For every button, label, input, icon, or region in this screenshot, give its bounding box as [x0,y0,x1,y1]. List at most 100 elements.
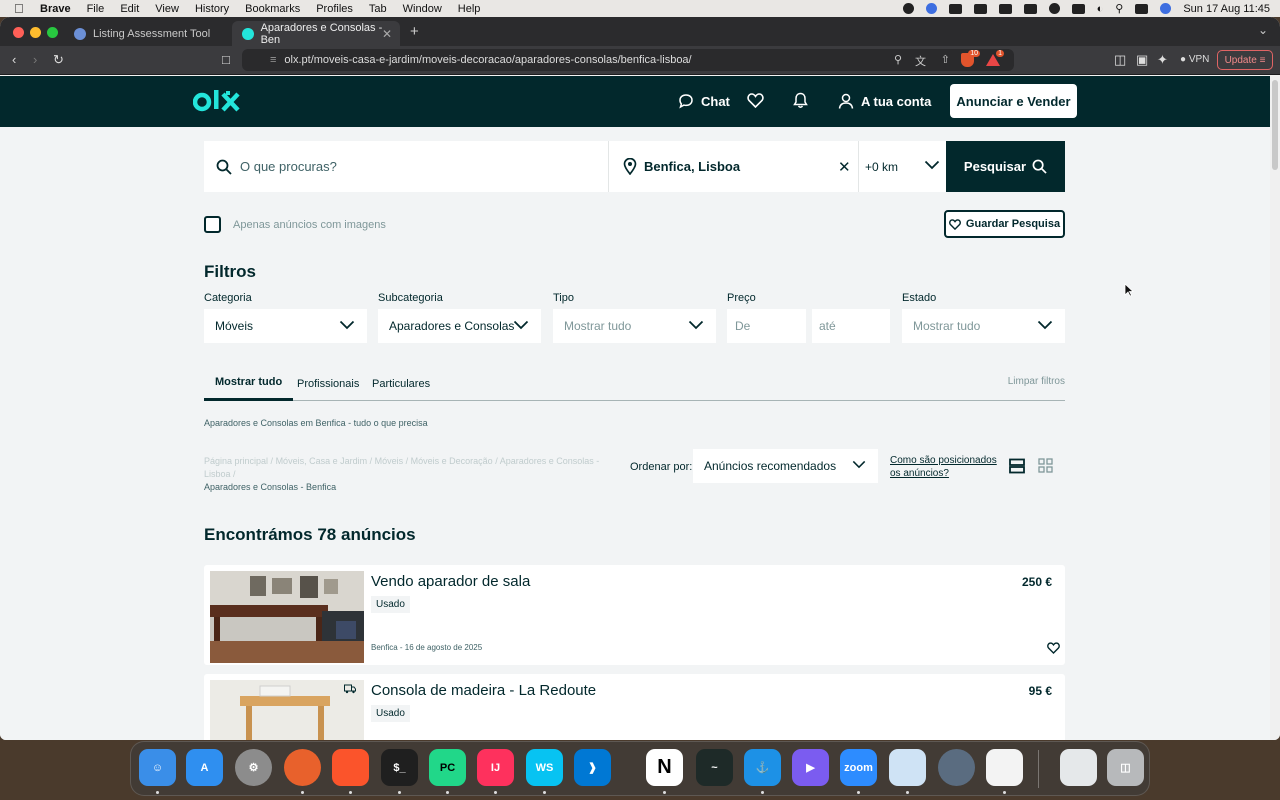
pycharm-icon[interactable]: PC [429,749,466,786]
quicktime-icon[interactable] [938,749,975,786]
maximize-window-button[interactable] [47,27,58,38]
tab-listing-assessment[interactable]: Listing Assessment Tool [64,21,230,46]
tab-professionals[interactable]: Profissionais [297,366,359,401]
finder-icon[interactable]: ☺ [139,749,176,786]
breadcrumb-item[interactable]: Móveis e Decoração [411,456,493,466]
close-window-button[interactable] [13,27,24,38]
wallet-icon[interactable]: ▣ [1136,53,1148,67]
save-search-button[interactable]: Guardar Pesquisa [944,210,1065,238]
category-select[interactable]: Móveis [204,309,367,343]
price-to-input[interactable]: até [812,309,890,343]
battery-icon[interactable] [1071,3,1085,14]
leo-icon[interactable]: ✦ [1157,53,1168,67]
bookmark-icon[interactable]: □ [222,53,230,67]
trash-icon[interactable]: ◫ [1107,749,1144,786]
ad-card[interactable]: Vendo aparador de sala Usado 250 € Benfi… [204,565,1065,665]
menu-history[interactable]: History [195,3,229,15]
linear-icon[interactable]: ▶ [792,749,829,786]
record-icon[interactable] [902,3,914,14]
sidebar-icon[interactable]: ◫ [1114,53,1126,67]
only-images-option[interactable]: Apenas anúncios com imagens [204,216,386,233]
only-images-checkbox[interactable] [204,216,221,233]
menu-app-name[interactable]: Brave [40,3,71,15]
ad-title[interactable]: Vendo aparador de sala [371,573,530,590]
menu-profiles[interactable]: Profiles [316,3,353,15]
address-bar[interactable]: ≡ olx.pt/moveis-casa-e-jardim/moveis-dec… [242,49,1014,71]
price-from-input[interactable]: De [727,309,806,343]
breadcrumb-item[interactable]: Móveis, Casa e Jardim [276,456,368,466]
firefox-icon[interactable] [284,749,321,786]
search-input[interactable]: O que procuras? [204,141,608,192]
favorite-heart-icon[interactable] [1047,642,1060,654]
textedit-icon[interactable] [986,749,1023,786]
ranking-info-link[interactable]: Como são posicionados os anúncios? [890,454,1005,480]
clear-filters-link[interactable]: Limpar filtros [1008,376,1065,387]
breadcrumb-item[interactable]: Móveis [375,456,404,466]
document-icon[interactable] [1060,749,1097,786]
spotlight-icon[interactable]: ⚲ [1115,2,1123,15]
sort-select[interactable]: Anúncios recomendados [693,449,878,483]
play-tray-icon[interactable] [1048,3,1060,14]
control-center-icon[interactable] [1135,3,1149,14]
menu-view[interactable]: View [155,3,179,15]
system-settings-icon[interactable]: ⚙ [235,749,272,786]
ad-card[interactable]: Consola de madeira - La Redoute Usado 95… [204,674,1065,740]
zoom-tray-icon[interactable] [925,3,937,14]
webstorm-icon[interactable]: WS [526,749,563,786]
app-store-icon[interactable]: A [186,749,223,786]
location-icon[interactable]: ⚲ [894,53,902,66]
share-icon[interactable]: ⇧ [941,53,950,66]
menubar-clock[interactable]: Sun 17 Aug 11:45 [1183,3,1270,15]
tab-olx[interactable]: Aparadores e Consolas - Ben ✕ [232,21,400,46]
menu-tab[interactable]: Tab [369,3,387,15]
zoom-icon[interactable]: zoom [840,749,877,786]
apple-menu-icon[interactable]:  [14,1,28,16]
linear-tray-icon[interactable] [948,3,962,14]
ad-photo[interactable] [210,571,364,663]
site-info-icon[interactable]: ≡ [270,54,276,66]
tab-list-chevron-icon[interactable]: ⌄ [1258,23,1268,37]
grid-view-icon[interactable] [1038,458,1053,473]
scrollbar-thumb[interactable] [1272,80,1278,170]
notifications-bell-icon[interactable] [793,92,808,109]
vpn-button[interactable]: ● VPN [1180,54,1209,65]
ad-title[interactable]: Consola de madeira - La Redoute [371,682,596,699]
update-button[interactable]: Update ≡ [1217,50,1273,70]
minimize-window-button[interactable] [30,27,41,38]
docker-icon[interactable]: ⚓ [744,749,781,786]
state-select[interactable]: Mostrar tudo [902,309,1065,343]
tab-show-all[interactable]: Mostrar tudo [204,366,294,401]
list-view-icon[interactable] [1009,458,1025,474]
close-tab-icon[interactable]: ✕ [382,27,392,41]
search-button[interactable]: Pesquisar [946,141,1065,192]
notion-tray-icon[interactable] [1023,3,1037,14]
preview-icon[interactable] [889,749,926,786]
page-scrollbar[interactable] [1270,76,1280,740]
menu-window[interactable]: Window [403,3,442,15]
menu-help[interactable]: Help [458,3,481,15]
back-icon[interactable]: ‹ [12,53,16,67]
wifi-icon[interactable]: ◐ [1097,3,1104,15]
olx-logo[interactable] [193,88,245,116]
gpu-tray-icon[interactable] [973,3,987,14]
type-select[interactable]: Mostrar tudo [553,309,716,343]
tab-private[interactable]: Particulares [372,366,430,401]
clear-location-icon[interactable]: ✕ [838,158,851,176]
chat-link[interactable]: Chat [678,93,730,109]
notion-icon[interactable]: N [646,749,683,786]
terminal-icon[interactable]: $_ [381,749,418,786]
breadcrumb-item[interactable]: Página principal [204,456,268,466]
ad-photo[interactable] [210,680,364,740]
forward-icon[interactable]: › [33,53,37,67]
chevron-down-icon[interactable] [924,160,940,170]
favorites-heart-icon[interactable] [747,93,764,108]
reload-icon[interactable]: ↻ [53,53,64,67]
translate-icon[interactable]: 文 [915,53,926,69]
vscode-icon[interactable]: ❱ [574,749,611,786]
intellij-icon[interactable]: IJ [477,749,514,786]
new-tab-icon[interactable]: + [410,23,419,40]
activity-monitor-icon[interactable]: ~ [696,749,733,786]
location-input[interactable]: Benfica, Lisboa [608,141,858,192]
subcategory-select[interactable]: Aparadores e Consolas [378,309,541,343]
post-ad-button[interactable]: Anunciar e Vender [950,84,1077,118]
